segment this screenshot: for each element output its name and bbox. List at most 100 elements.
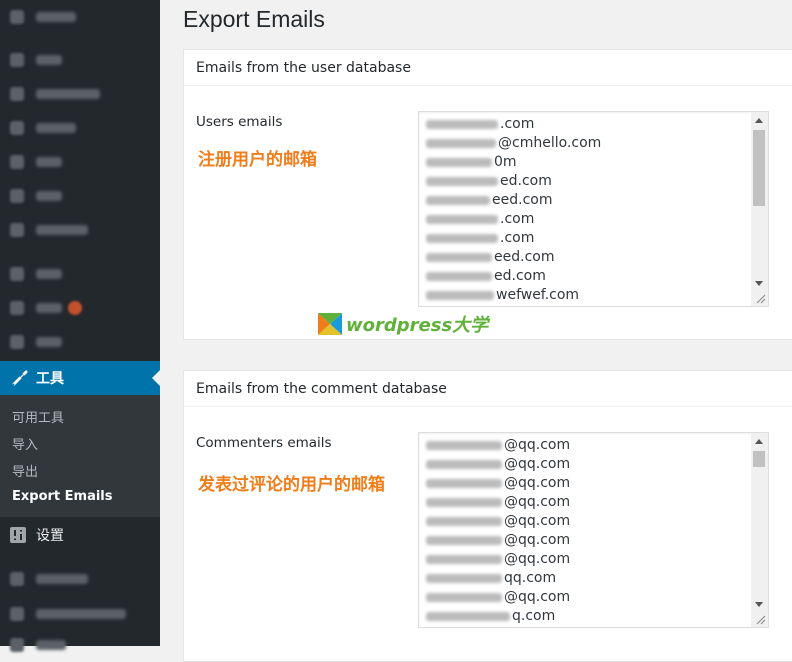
dashboard-icon [10,10,24,24]
menu-item-extra[interactable] [0,628,160,662]
email-visible-part: eed.com [494,249,555,265]
email-visible-part: @qq.com [504,532,571,548]
redacted-email-part [426,612,510,621]
menu-item-posts[interactable] [0,43,160,77]
redacted-email-part [426,196,490,205]
email-line: @qq.com [426,531,570,550]
users-emails-scrollbar[interactable] [751,112,768,306]
redacted-email-part [426,517,502,526]
submenu-export-emails[interactable]: Export Emails [12,489,113,504]
redacted-email-part [426,177,498,186]
resize-grip-icon[interactable] [756,615,766,625]
email-visible-part: @qq.com [504,513,571,529]
email-line: .com [426,210,601,229]
redacted-email-part [426,441,502,450]
pin-icon [10,53,24,67]
email-line: @qq.com [426,550,570,569]
menu-item-users[interactable] [0,325,160,359]
menu-item-links[interactable] [0,111,160,145]
submenu-available-tools[interactable]: 可用工具 [12,407,64,426]
email-visible-part: eed.com [492,192,553,208]
email-visible-part: @qq.com [504,475,571,491]
menu-item-tools-label: 工具 [36,371,64,387]
shield-icon [10,572,24,586]
email-line: qq.com [426,569,570,588]
email-line: 0m [426,153,601,172]
email-visible-part: ed.com [494,268,546,284]
email-visible-part: @qq.com [504,494,571,510]
scroll-thumb[interactable] [753,130,765,206]
redacted-email-part [426,593,502,602]
email-visible-part: qq.com [504,570,557,586]
email-line: @qq.com [426,493,570,512]
email-line: .com [426,115,601,134]
menu-item-pages[interactable] [0,145,160,179]
comment-emails-box-header: Emails from the comment database [184,371,792,407]
email-line: @qq.com [426,588,570,607]
wrench-icon [12,370,28,386]
email-line: @qq.com [426,455,570,474]
email-line: eed.com [426,191,601,210]
menu-item-plugins[interactable] [0,291,160,325]
comment-icon [10,189,24,203]
scroll-thumb[interactable] [753,451,765,467]
page-title: Export Emails [183,6,325,32]
update-count-badge [68,301,82,315]
email-line: ed.com [426,172,601,191]
brush-icon [10,267,24,281]
email-line: @qq.com [426,436,570,455]
email-line: @qq.com [426,474,570,493]
email-visible-part: 0m [494,154,517,170]
menu-item-feedback[interactable] [0,213,160,247]
feedback-icon [10,223,24,237]
menu-item-crumb-mail[interactable] [0,597,160,631]
menu-item-dashboard[interactable] [0,0,160,34]
resize-grip-icon[interactable] [756,294,766,304]
commenters-emails-scrollbar[interactable] [751,433,768,627]
users-emails-list: .com @cmhello.com 0m ed.com eed.com .com .com e… [426,115,601,305]
submenu-import[interactable]: 导入 [12,434,38,453]
email-line: @qq.com [426,512,570,531]
submenu-export[interactable]: 导出 [12,461,38,480]
comment-emails-box: Emails from the comment database Comment… [183,370,792,662]
settings-icon [10,527,26,543]
scroll-down-icon[interactable] [755,602,763,607]
logo-mark-icon [318,313,342,335]
email-visible-part: .com [500,116,535,132]
redacted-email-part [426,139,496,148]
user-emails-heading: Emails from the user database [196,59,411,76]
users-emails-textarea[interactable]: .com @cmhello.com 0m ed.com eed.com .com .com e… [418,111,769,307]
menu-item-security[interactable] [0,562,160,596]
commenters-emails-label: Commenters emails [196,435,332,451]
commenters-emails-textarea[interactable]: @qq.com @qq.com @qq.com @qq.com @qq.com @qq.c… [418,432,769,628]
scroll-up-icon[interactable] [755,439,763,444]
email-line: wefwef.com [426,286,601,305]
redacted-email-part [426,272,492,281]
menu-item-settings[interactable]: 设置 [0,519,160,551]
email-line: q.com [426,607,570,626]
commenters-emails-annotation: 发表过评论的用户的邮箱 [198,475,385,495]
redacted-email-part [426,291,494,300]
email-visible-part: ed.com [500,173,552,189]
users-emails-label: Users emails [196,114,283,130]
menu-item-media[interactable] [0,77,160,111]
menu-item-appearance[interactable] [0,257,160,291]
link-icon [10,121,24,135]
redacted-email-part [426,479,502,488]
email-line: .com [426,229,601,248]
redacted-email-part [426,253,492,262]
wordpress-daxue-logo: wordpress大学 [318,311,488,337]
email-visible-part: wefwef.com [496,287,580,303]
user-emails-box-header: Emails from the user database [184,50,792,86]
email-line: @cmhello.com [426,134,601,153]
scroll-down-icon[interactable] [755,281,763,286]
redacted-email-part [426,555,502,564]
redacted-email-part [426,234,498,243]
scroll-up-icon[interactable] [755,118,763,123]
redacted-email-part [426,460,502,469]
commenters-emails-list: @qq.com @qq.com @qq.com @qq.com @qq.com @qq.c… [426,436,570,626]
email-visible-part: .com [500,211,535,227]
plugin-icon [10,301,24,315]
menu-item-tools[interactable]: 工具 [0,361,160,395]
menu-item-comments[interactable] [0,179,160,213]
